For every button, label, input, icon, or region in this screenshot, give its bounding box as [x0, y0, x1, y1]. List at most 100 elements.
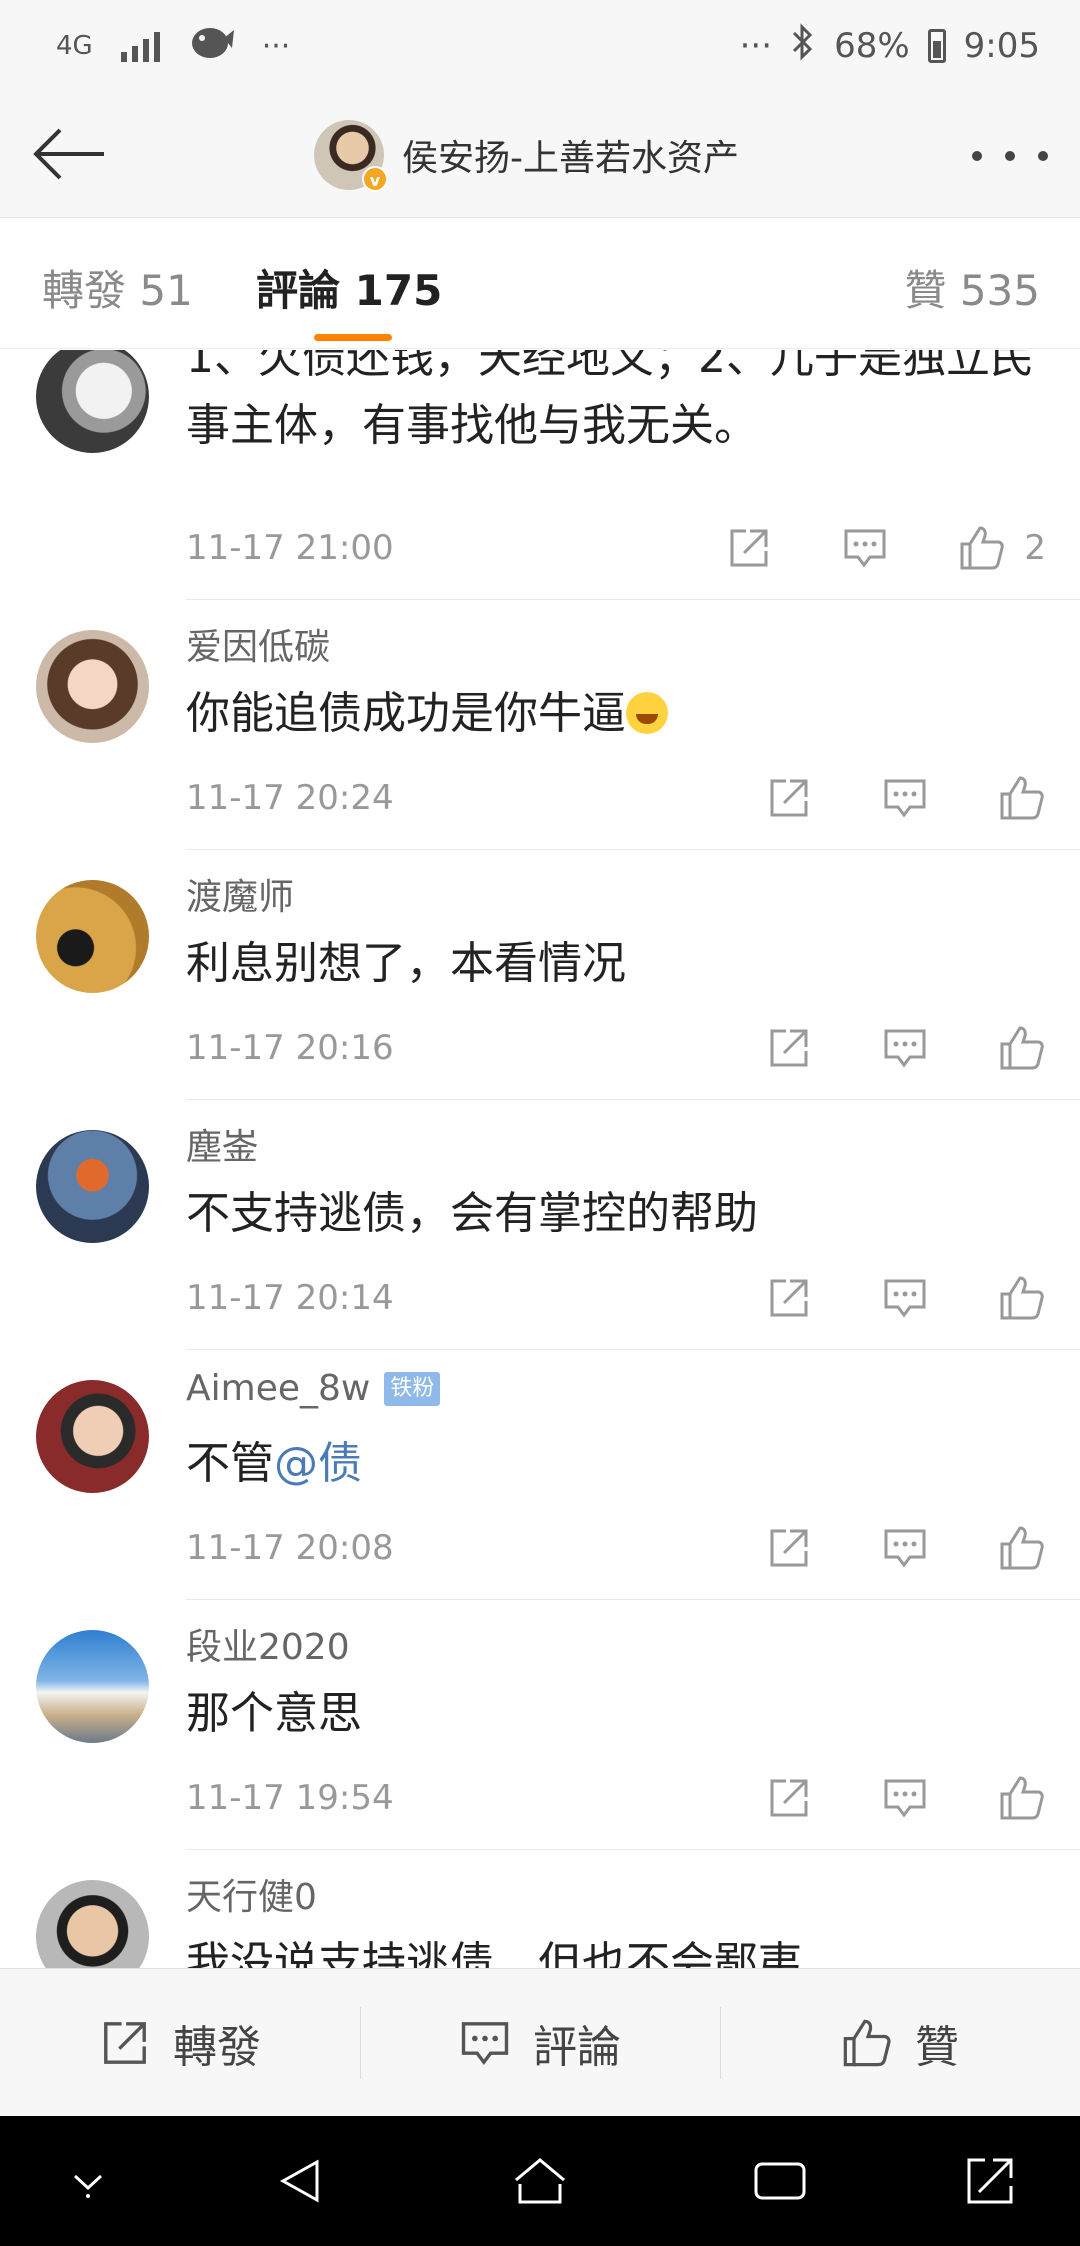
hide-keyboard-button[interactable]: [48, 2144, 128, 2218]
comment-text: 不管@债: [186, 1438, 362, 1489]
like-button[interactable]: [998, 774, 1046, 822]
tab-bar: 轉發 51 評論 175 贊 535: [0, 219, 1080, 349]
avatar[interactable]: [36, 1880, 149, 1968]
avatar[interactable]: [36, 880, 149, 993]
share-button[interactable]: [766, 1275, 812, 1321]
comment-list[interactable]: 1、欠债还钱，天经地义；2、儿子是独立民事主体，有事找他与我无关。 11-17 …: [0, 350, 1080, 1968]
comment-text: 不支持逃债，会有掌控的帮助: [186, 1188, 758, 1239]
tab-comments[interactable]: 評論 175: [256, 257, 442, 318]
comment-author[interactable]: 塵崟: [186, 1118, 258, 1170]
nav-home-button[interactable]: [500, 2144, 580, 2218]
repost-button[interactable]: 轉發: [0, 1969, 360, 2116]
thumbs-up-icon: [1000, 776, 1044, 820]
list-item: 段业2020 那个意思 11-17 19:54: [0, 1600, 1080, 1850]
battery-percent: 68%: [834, 26, 910, 66]
comment-time: 11-17 20:08: [186, 1528, 394, 1568]
laughing-emoji-icon: [626, 692, 668, 734]
avatar[interactable]: v: [314, 120, 388, 192]
more-dot: [1005, 151, 1015, 161]
comment-author[interactable]: 天行健0: [186, 1868, 317, 1920]
comment-icon: [461, 2021, 509, 2065]
comment-icon: [884, 1029, 926, 1068]
comment-icon: [884, 1529, 926, 1568]
signal-icon: [120, 30, 160, 62]
avatar[interactable]: [36, 1380, 149, 1493]
clock: 9:05: [963, 26, 1040, 66]
more-dot: [972, 151, 982, 161]
like-count: 2: [1024, 528, 1046, 568]
bottom-action-bar: 轉發 評論 贊: [0, 1968, 1080, 2116]
more-button[interactable]: [972, 128, 1048, 184]
nav-back-button[interactable]: [260, 2144, 340, 2218]
comment-author: Aimee_8w 铁粉: [186, 1368, 441, 1409]
share-button[interactable]: [766, 1025, 812, 1071]
comment-actions: [766, 1268, 1046, 1328]
thumbs-up-icon: [1000, 1026, 1044, 1070]
comment-author[interactable]: 爱因低碳: [186, 618, 330, 670]
reply-button[interactable]: [882, 1775, 928, 1821]
reply-button[interactable]: [882, 1025, 928, 1071]
share-icon: [770, 1279, 808, 1317]
like-button[interactable]: [998, 1024, 1046, 1072]
like-button[interactable]: [998, 1274, 1046, 1322]
system-nav-bar: [0, 2116, 1080, 2246]
reply-button[interactable]: [882, 775, 928, 821]
repost-label: 轉發: [173, 2021, 261, 2073]
share-icon: [770, 779, 808, 817]
comment-author[interactable]: 段业2020: [186, 1618, 350, 1670]
like-button[interactable]: 2: [958, 524, 1046, 572]
avatar[interactable]: [36, 630, 149, 743]
top-header: v 侯安扬-上善若水资产: [0, 92, 1080, 218]
like-button[interactable]: [998, 1774, 1046, 1822]
comment-button[interactable]: 評論: [360, 1969, 720, 2116]
chevron-down-icon: [73, 2174, 103, 2198]
comment-actions: [766, 768, 1046, 828]
tab-likes[interactable]: 贊 535: [904, 257, 1040, 318]
comment-actions: [766, 1018, 1046, 1078]
avatar[interactable]: [36, 350, 149, 453]
page-title: 侯安扬-上善若水资产: [402, 138, 739, 179]
reply-button[interactable]: [882, 1525, 928, 1571]
profile-header[interactable]: v 侯安扬-上善若水资产: [314, 116, 739, 194]
verified-badge: v: [362, 166, 388, 192]
share-icon: [104, 2021, 146, 2064]
comment-time: 11-17 20:14: [186, 1278, 394, 1318]
avatar[interactable]: [36, 1130, 149, 1243]
thumbs-up-icon: [1000, 1526, 1044, 1570]
status-bar: 4G ··· ··· 68% 9:05: [0, 0, 1080, 92]
comment-actions: [766, 1518, 1046, 1578]
comment-time: 11-17 19:54: [186, 1778, 394, 1818]
back-button[interactable]: [28, 114, 108, 194]
like-post-button[interactable]: 贊: [720, 1969, 1080, 2116]
comment-author[interactable]: 渡魔师: [186, 868, 294, 920]
comment-label: 評論: [533, 2021, 621, 2073]
list-item: 1、欠债还钱，天经地义；2、儿子是独立民事主体，有事找他与我无关。 11-17 …: [0, 350, 1080, 600]
network-indicator: 4G: [56, 31, 93, 61]
list-item: 渡魔师 利息别想了，本看情况 11-17 20:16: [0, 850, 1080, 1100]
comment-text: 那个意思: [186, 1688, 362, 1739]
share-button[interactable]: [766, 1525, 812, 1571]
share-icon: [770, 1529, 808, 1567]
comment-actions: 2: [726, 518, 1046, 578]
more-dot: [1038, 151, 1048, 161]
recents-icon: [754, 2162, 806, 2200]
like-button[interactable]: [998, 1524, 1046, 1572]
list-item: 塵崟 不支持逃债，会有掌控的帮助 11-17 20:14: [0, 1100, 1080, 1350]
nav-expand-button[interactable]: [950, 2144, 1030, 2218]
home-icon: [515, 2158, 565, 2204]
tab-indicator: [314, 334, 392, 341]
tab-reposts[interactable]: 轉發 51: [42, 257, 193, 318]
author-name[interactable]: Aimee_8w: [186, 1368, 370, 1409]
nav-recents-button[interactable]: [740, 2144, 820, 2218]
reply-button[interactable]: [882, 1275, 928, 1321]
thumbs-up-icon: [843, 2019, 891, 2066]
avatar[interactable]: [36, 1630, 149, 1743]
fan-badge: 铁粉: [384, 1371, 441, 1406]
mention-link[interactable]: @债: [274, 1438, 362, 1489]
share-button[interactable]: [766, 775, 812, 821]
share-button[interactable]: [766, 1775, 812, 1821]
reply-button[interactable]: [842, 525, 888, 571]
comment-text: 你能追债成功是你牛逼: [186, 680, 1036, 748]
status-more-left: ···: [261, 28, 291, 64]
share-button[interactable]: [726, 525, 772, 571]
